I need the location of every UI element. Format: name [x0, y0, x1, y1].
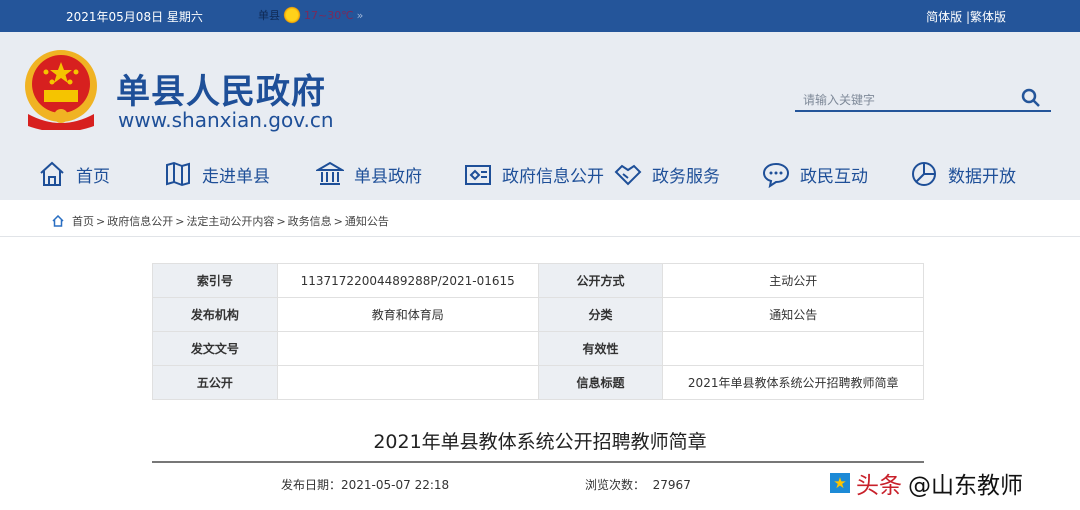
traditional-link[interactable]: 繁体版	[970, 10, 1006, 24]
building-icon	[316, 161, 344, 185]
search-input[interactable]: 请输入关键字	[803, 91, 875, 108]
breadcrumb-separator: >	[333, 214, 343, 228]
nav-government[interactable]: 单县政府	[316, 152, 422, 196]
breadcrumb-separator: >	[276, 214, 286, 228]
table-row: 发文文号 有效性	[152, 331, 924, 366]
map-icon	[166, 161, 190, 187]
nav-label: 数据开放	[948, 166, 1016, 187]
home-icon	[52, 215, 64, 227]
simplified-link[interactable]: 简体版	[926, 10, 962, 24]
nav-open-data[interactable]: 数据开放	[910, 152, 1016, 196]
views-label: 浏览次数：	[585, 478, 646, 492]
publish-date: 发布日期：2021-05-07 22:18	[281, 476, 449, 493]
field-value: 教育和体育局	[276, 297, 539, 332]
table-row: 五公开 信息标题 2021年单县教体系统公开招聘教师简章	[152, 365, 924, 400]
breadcrumb-item[interactable]: 政府信息公开	[107, 213, 173, 229]
nav-label: 政务服务	[652, 166, 720, 187]
table-row: 发布机构 教育和体育局 分类 通知公告	[152, 297, 924, 332]
breadcrumb-item[interactable]: 法定主动公开内容	[186, 213, 274, 229]
field-value: 2021年单县教体系统公开招聘教师简章	[662, 365, 924, 400]
language-switch: 简体版 |繁体版	[926, 8, 1006, 25]
sunny-icon	[283, 6, 301, 24]
views-value: 27967	[652, 478, 691, 492]
nav-home[interactable]: 首页	[38, 152, 110, 196]
nav-label: 走进单县	[202, 166, 270, 187]
nav-info-disclosure[interactable]: 政府信息公开	[464, 152, 604, 196]
watermark-platform: 头条	[856, 473, 902, 499]
site-name[interactable]: 单县人民政府	[116, 64, 326, 113]
weather-city: 单县	[258, 9, 280, 22]
field-value	[276, 331, 539, 366]
breadcrumb-item[interactable]: 政务信息	[288, 213, 332, 229]
main-nav: 首页 走进单县 单县政府 政府信息公开 政务服务 政民互动 数据开放	[0, 152, 1080, 196]
site-header: 单县人民政府 www.shanxian.gov.cn 请输入关键字 首页 走进单…	[0, 32, 1080, 200]
field-label: 信息标题	[537, 365, 664, 400]
field-label: 索引号	[152, 263, 278, 298]
field-label: 有效性	[537, 331, 664, 366]
field-label: 公开方式	[537, 263, 664, 298]
field-value	[276, 365, 539, 400]
field-value: 11371722004489288P/2021-01615	[276, 263, 539, 298]
article-title: 2021年单县教体系统公开招聘教师简章	[373, 431, 707, 453]
field-value	[662, 331, 924, 366]
watermark-account: @山东教师	[908, 473, 1023, 499]
top-bar: 2021年05月08日 星期六 单县 17~30℃ » 简体版 |繁体版	[0, 0, 1080, 32]
field-label: 分类	[537, 297, 664, 332]
nav-about[interactable]: 走进单县	[164, 152, 270, 196]
field-label: 发文文号	[152, 331, 278, 366]
field-value: 主动公开	[662, 263, 924, 298]
nav-label: 政府信息公开	[502, 166, 604, 187]
watermark: ★ 头条 @山东教师	[830, 466, 1023, 500]
field-label: 发布机构	[152, 297, 278, 332]
title-divider	[152, 461, 924, 463]
breadcrumb-item[interactable]: 通知公告	[345, 213, 389, 229]
weather-more-icon[interactable]: »	[357, 9, 364, 22]
nav-interaction[interactable]: 政民互动	[762, 152, 868, 196]
view-count: 浏览次数： 27967	[585, 476, 691, 493]
table-row: 索引号 11371722004489288P/2021-01615 公开方式 主动公开	[152, 263, 924, 298]
document-icon	[465, 165, 491, 185]
nav-label: 首页	[76, 166, 110, 187]
search-icon[interactable]	[1021, 88, 1041, 108]
weather-temp: 17~30℃	[304, 8, 354, 22]
site-url: www.shanxian.gov.cn	[118, 108, 334, 132]
info-table: 索引号 11371722004489288P/2021-01615 公开方式 主动公开…	[152, 263, 924, 400]
breadcrumb-item[interactable]: 首页	[72, 213, 94, 229]
chat-icon	[762, 162, 790, 188]
breadcrumb-separator: >	[96, 214, 106, 228]
publish-label: 发布日期：	[281, 478, 342, 492]
nav-services[interactable]: 政务服务	[614, 152, 720, 196]
home-icon	[40, 161, 64, 186]
search-box[interactable]: 请输入关键字	[795, 84, 1051, 112]
data-icon	[912, 162, 936, 186]
breadcrumb: 首页 > 政府信息公开 > 法定主动公开内容 > 政务信息 > 通知公告	[0, 200, 1080, 237]
nav-label: 政民互动	[800, 166, 868, 187]
current-date: 2021年05月08日 星期六	[66, 10, 203, 24]
nav-label: 单县政府	[354, 166, 422, 187]
weather-widget[interactable]: 单县 17~30℃ »	[258, 6, 363, 24]
field-value: 通知公告	[662, 297, 924, 332]
star-badge-icon: ★	[830, 473, 850, 493]
breadcrumb-separator: >	[175, 214, 185, 228]
national-emblem-icon	[25, 50, 97, 130]
handshake-icon	[614, 164, 642, 186]
publish-date-value: 2021-05-07 22:18	[341, 478, 450, 492]
field-label: 五公开	[152, 365, 278, 400]
